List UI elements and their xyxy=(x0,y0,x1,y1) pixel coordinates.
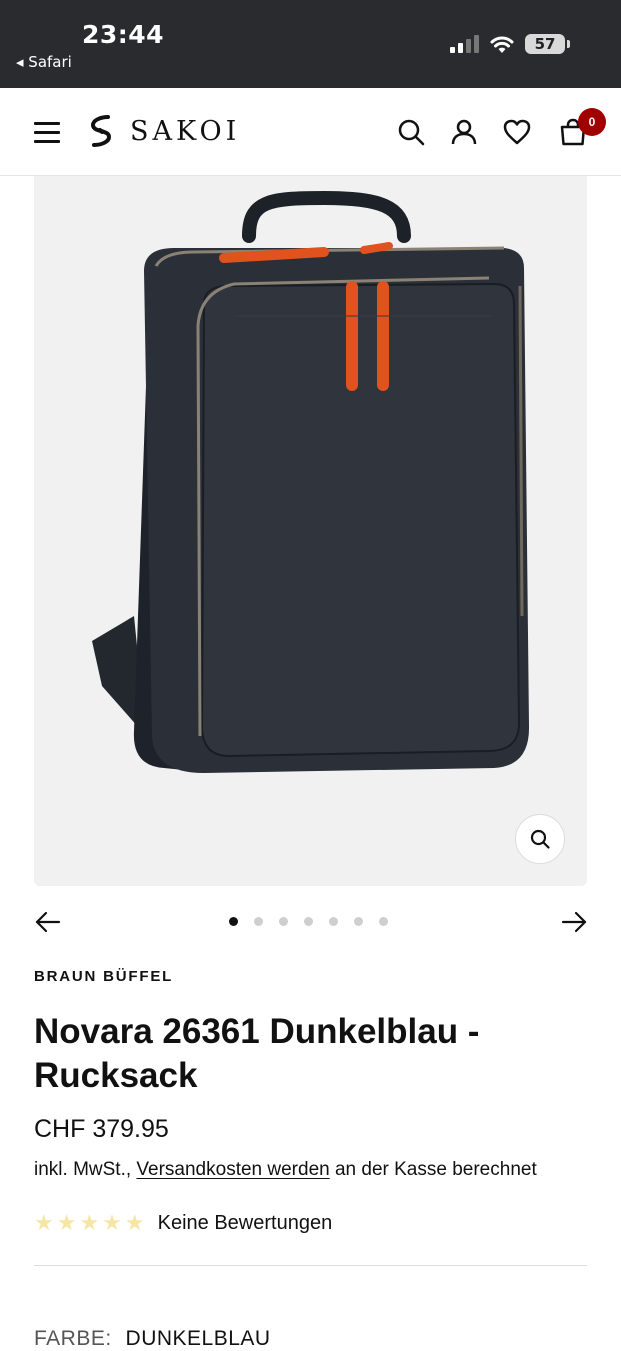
carousel-dot[interactable] xyxy=(379,917,388,926)
carousel-dot[interactable] xyxy=(304,917,313,926)
tax-prefix: inkl. MwSt., xyxy=(34,1159,132,1180)
logo-text: SAKOI xyxy=(130,115,241,147)
status-icons: 57 xyxy=(450,34,570,54)
product-image[interactable] xyxy=(34,176,587,886)
carousel-dot[interactable] xyxy=(354,917,363,926)
status-bar: 23:44 ◂ Safari 57 xyxy=(0,0,621,88)
zoom-icon xyxy=(530,829,550,849)
shipping-costs-link[interactable]: Versandkosten werden xyxy=(136,1159,329,1180)
color-option-row: FARBE: DUNKELBLAU xyxy=(34,1327,271,1351)
battery-icon: 57 xyxy=(525,34,570,54)
carousel-dot[interactable] xyxy=(279,917,288,926)
product-rating[interactable]: ★★★★★ Keine Bewertungen xyxy=(34,1211,332,1236)
rating-stars-icon: ★★★★★ xyxy=(34,1211,148,1236)
color-label: FARBE: xyxy=(34,1327,112,1350)
previous-image-arrow-icon[interactable] xyxy=(34,908,62,936)
product-brand[interactable]: BRAUN BÜFFEL xyxy=(34,968,173,985)
tax-suffix: an der Kasse berechnet xyxy=(334,1159,537,1180)
cart-count-badge[interactable]: 0 xyxy=(578,108,606,136)
backpack-image xyxy=(92,190,530,773)
account-icon[interactable] xyxy=(450,118,478,146)
cellular-signal-icon xyxy=(450,35,479,53)
tax-shipping-note: inkl. MwSt., Versandkosten werden an der… xyxy=(34,1159,537,1181)
product-title: Novara 26361 Dunkelblau - Rucksack xyxy=(34,1012,480,1095)
carousel-dots xyxy=(229,917,388,926)
section-divider xyxy=(34,1265,587,1266)
product-price: CHF 379.95 xyxy=(34,1115,169,1143)
search-icon[interactable] xyxy=(397,118,425,146)
carousel-dot[interactable] xyxy=(229,917,238,926)
next-image-arrow-icon[interactable] xyxy=(560,908,588,936)
wishlist-heart-icon[interactable] xyxy=(503,118,531,146)
logo-mark-icon xyxy=(90,115,112,147)
status-time: 23:44 xyxy=(82,20,165,49)
carousel-dot[interactable] xyxy=(329,917,338,926)
wifi-icon xyxy=(490,36,514,53)
carousel-dot[interactable] xyxy=(254,917,263,926)
color-value: DUNKELBLAU xyxy=(125,1327,271,1350)
reviews-count-label: Keine Bewertungen xyxy=(157,1212,333,1234)
site-header: SAKOI xyxy=(0,88,621,176)
menu-icon[interactable] xyxy=(34,122,60,143)
zoom-button[interactable] xyxy=(515,814,565,864)
site-logo[interactable]: SAKOI xyxy=(88,114,240,148)
back-to-safari-link[interactable]: ◂ Safari xyxy=(16,53,72,71)
